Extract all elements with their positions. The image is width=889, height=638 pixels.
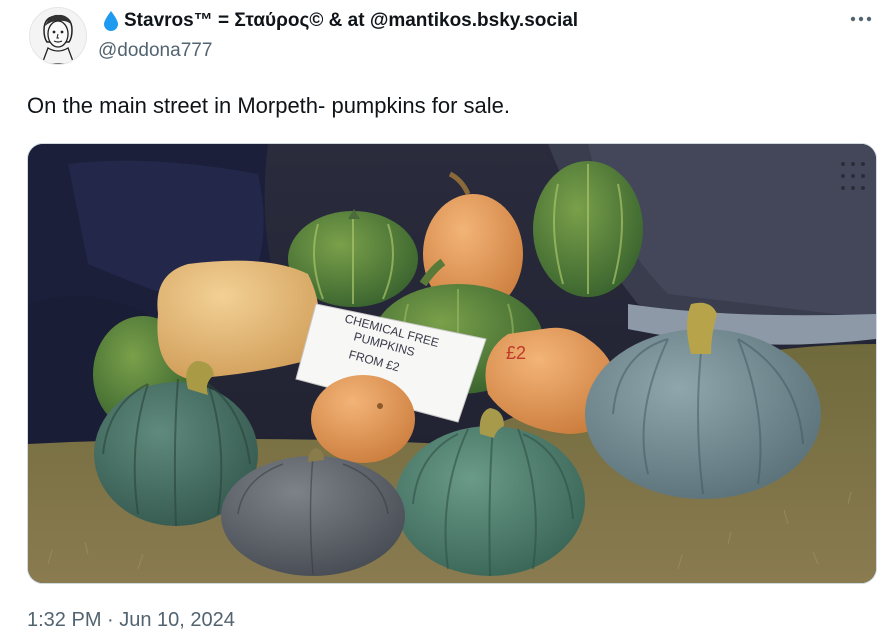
user-handle[interactable]: @dodona777 — [98, 40, 212, 62]
tweet-timestamp[interactable]: 1:32 PM · Jun 10, 2024 — [27, 609, 235, 632]
more-options-icon — [850, 16, 872, 22]
tweet-header: Stavros™ = Σταύρος© & at @mantikos.bsky.… — [0, 0, 889, 80]
tweet-photo[interactable]: £2 CHEMICAL FREE PUMPKINS FROM £2 — [27, 143, 877, 584]
display-name-row[interactable]: Stavros™ = Σταύρος© & at @mantikos.bsky.… — [102, 9, 578, 33]
display-name[interactable]: Stavros™ = Σταύρος© & at @mantikos.bsky.… — [124, 10, 578, 32]
more-options-button[interactable] — [846, 8, 876, 30]
tweet-text: On the main street in Morpeth- pumpkins … — [27, 93, 510, 118]
water-drop-icon — [102, 10, 120, 32]
price-tag: £2 — [506, 343, 526, 363]
avatar[interactable] — [29, 7, 87, 65]
